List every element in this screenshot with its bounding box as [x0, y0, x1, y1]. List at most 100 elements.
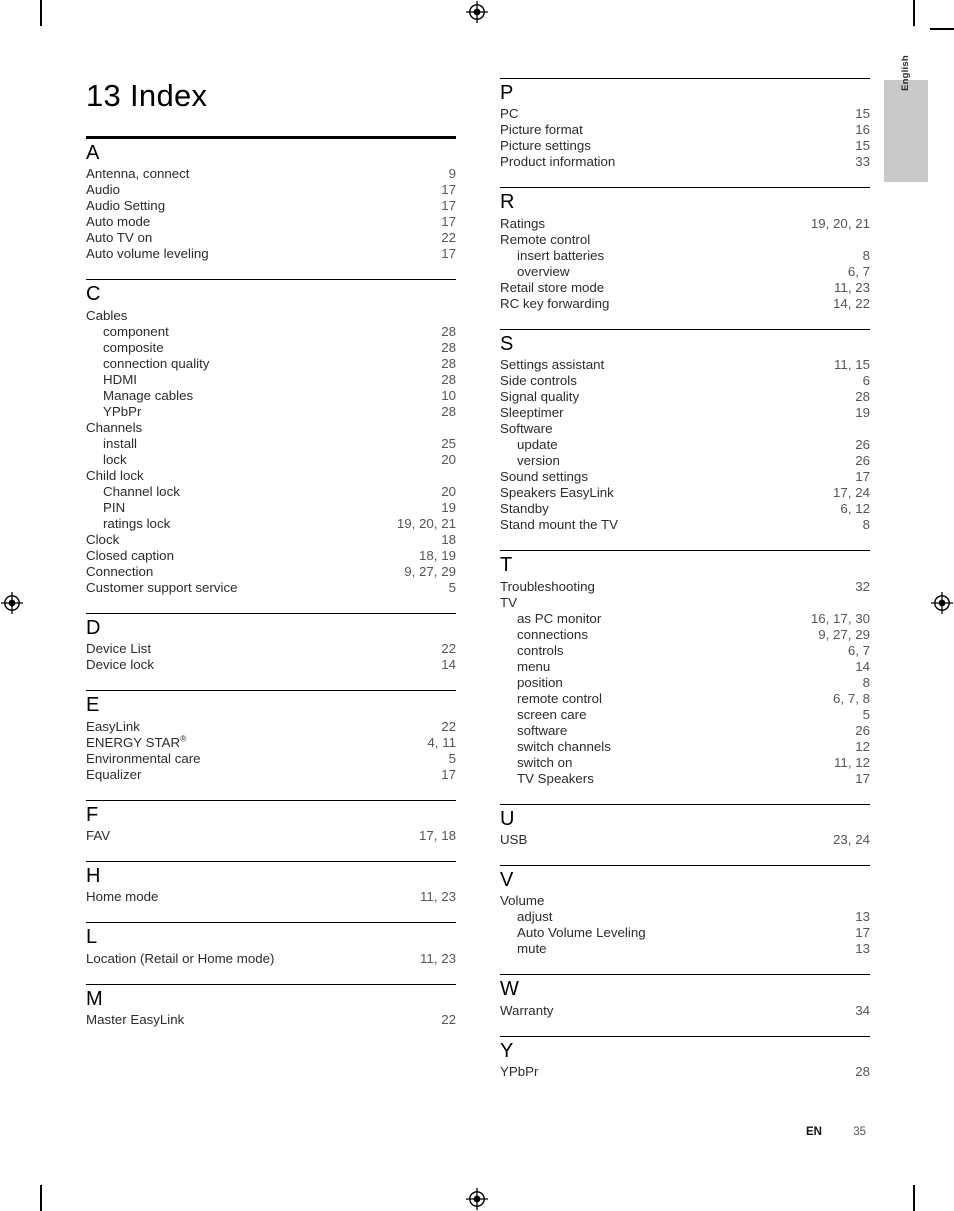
index-section-l: L Location (Retail or Home mode) 11, 23: [86, 922, 456, 966]
section-rule: [86, 279, 456, 281]
section-rule: [86, 612, 456, 614]
index-entry-label: Channel lock: [103, 483, 180, 499]
index-entry: Warranty 34: [500, 1003, 870, 1019]
index-entry-label: Picture settings: [500, 138, 591, 154]
index-entry-label: ENERGY STAR®: [86, 733, 187, 750]
index-entry-pages: 17: [441, 214, 456, 230]
index-entry-label: HDMI: [103, 371, 137, 387]
index-subentry: HDMI 28: [86, 372, 456, 388]
index-entry: Environmental care 5: [86, 751, 456, 767]
index-entry-label: Equalizer: [86, 766, 142, 782]
index-entry: Speakers EasyLink 17, 24: [500, 485, 870, 501]
index-section-u: U USB 23, 24: [500, 803, 870, 848]
index-entry-label: EasyLink: [86, 718, 140, 734]
index-entry-pages: 19: [855, 405, 870, 421]
index-subentry: remote control 6, 7, 8: [500, 691, 870, 707]
registration-mark-left: [1, 592, 23, 614]
registration-mark-bottom: [466, 1188, 488, 1210]
index-entry-pages: 16: [855, 122, 870, 138]
index-entry-pages: 23, 24: [833, 831, 870, 847]
index-subentry: position 8: [500, 675, 870, 691]
index-entry-pages: 14: [855, 658, 870, 674]
section-rule: [500, 550, 870, 552]
index-entry-label: RC key forwarding: [500, 295, 610, 311]
index-entry-label: YPbPr: [500, 1064, 539, 1080]
crop-mark-bottom-right: [913, 1185, 915, 1211]
index-entry-pages: 13: [855, 941, 870, 957]
index-entry-label: TV: [500, 594, 517, 610]
registered-trademark-symbol: ®: [180, 733, 187, 744]
section-letter: C: [86, 283, 101, 306]
index-entry-pages: 17, 24: [833, 485, 870, 501]
index-entry-pages: 28: [441, 403, 456, 419]
index-entry-label: Sound settings: [500, 469, 588, 485]
index-entry: Sound settings 17: [500, 469, 870, 485]
index-subentry: PIN 19: [86, 500, 456, 516]
registration-mark-right: [931, 592, 953, 614]
index-entry: Audio Setting 17: [86, 198, 456, 214]
index-entry-label: install: [103, 435, 137, 451]
index-subentry: connection quality 28: [86, 356, 456, 372]
index-entry: Home mode 11, 23: [86, 889, 456, 905]
index-entry-pages: 22: [441, 718, 456, 734]
index-entry: Signal quality 28: [500, 389, 870, 405]
index-entry-label: Volume: [500, 893, 545, 909]
index-entry-pages: 11, 23: [420, 950, 456, 966]
index-entry-label: Warranty: [500, 1002, 554, 1018]
index-entry-pages: 26: [855, 437, 870, 453]
index-entry-pages: 34: [855, 1002, 870, 1018]
index-subentry: mute 13: [500, 941, 870, 957]
section-rule: [86, 136, 456, 139]
index-subentry: menu 14: [500, 659, 870, 675]
index-entry-label: insert batteries: [517, 247, 605, 263]
index-entry-label: Clock: [86, 531, 120, 547]
index-entry: Customer support service 5: [86, 580, 456, 596]
index-section-s: S Settings assistant 11, 15 Side controls 6 S…: [500, 328, 870, 533]
index-entry-label: Location (Retail or Home mode): [86, 950, 275, 966]
index-entry: YPbPr 28: [500, 1064, 870, 1080]
index-entry-pages: 20: [441, 451, 456, 467]
index-entry-pages: 12: [855, 738, 870, 754]
index-entry-label: position: [517, 674, 563, 690]
index-entry-pages: 20: [441, 483, 456, 499]
index-entry-pages: 28: [441, 371, 456, 387]
index-entry-label: Connection: [86, 563, 154, 579]
index-entry-pages: 22: [441, 641, 456, 657]
index-entry: Sleeptimer 19: [500, 405, 870, 421]
index-entry-pages: 13: [855, 909, 870, 925]
index-entry: ENERGY STAR® 4, 11: [86, 733, 456, 751]
section-rule: [86, 860, 456, 862]
section-letter: U: [500, 807, 515, 830]
index-subentry: version 26: [500, 453, 870, 469]
index-entry: Auto volume leveling 17: [86, 246, 456, 262]
crop-mark-right-top: [930, 28, 954, 30]
index-entry-label: Sleeptimer: [500, 405, 564, 421]
index-entry-label: Retail store mode: [500, 279, 605, 295]
index-entry-pages: 18: [441, 531, 456, 547]
page-footer: EN 35: [700, 1126, 866, 1138]
index-entry: Device lock 14: [86, 657, 456, 673]
index-entry: Closed caption 18, 19: [86, 548, 456, 564]
section-letter: R: [500, 191, 515, 214]
section-rule: [500, 974, 870, 976]
index-entry: Antenna, connect 9: [86, 166, 456, 182]
index-entry-label: YPbPr: [103, 403, 142, 419]
section-rule: [500, 187, 870, 189]
index-entry-pages: 17: [441, 766, 456, 782]
index-entry-pages: 32: [855, 578, 870, 594]
index-entry-label: software: [517, 722, 568, 738]
section-letter: F: [86, 803, 99, 826]
index-entry-pages: 17: [441, 246, 456, 262]
index-entry-label: TV Speakers: [517, 770, 594, 786]
index-section-c: C Cables component 28 composite 28 connection …: [86, 279, 456, 595]
index-section-t: T Troubleshooting 32 TV as PC monitor 16, 17,…: [500, 550, 870, 786]
index-entry: Side controls 6: [500, 373, 870, 389]
index-section-y: Y YPbPr 28: [500, 1035, 870, 1080]
index-entry-label: composite: [103, 339, 164, 355]
index-entry-pages: 9: [448, 166, 456, 182]
index-subentry: software 26: [500, 723, 870, 739]
section-letter: M: [86, 987, 103, 1010]
